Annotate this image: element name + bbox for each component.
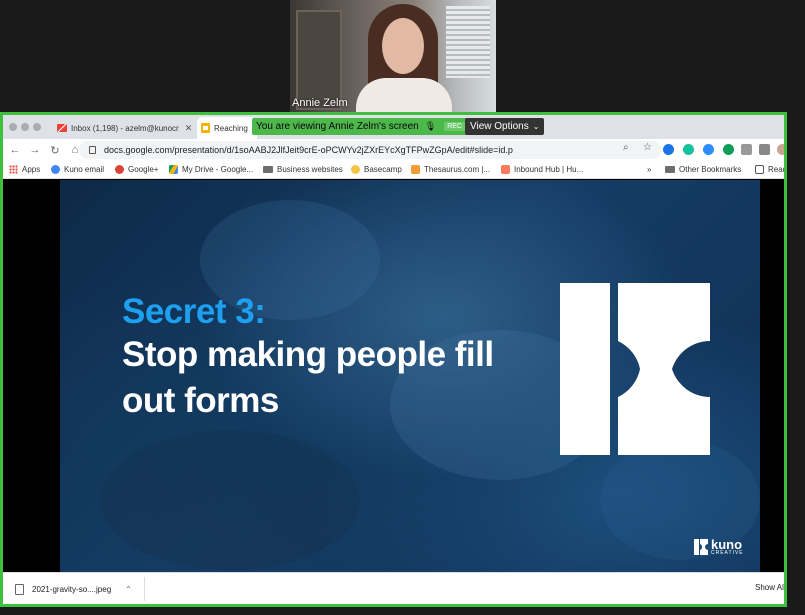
- pocket-icon[interactable]: [741, 144, 752, 155]
- video-door: [296, 10, 342, 110]
- extension-icon[interactable]: [723, 144, 734, 155]
- browser-tabbar: Inbox (1,198) - azelm@kunocr ✕ Reaching …: [3, 115, 784, 139]
- chevron-down-icon: ⌄: [532, 122, 540, 131]
- microphone-icon: 🎙: [424, 121, 437, 131]
- other-bookmarks-label: Other Bookmarks: [679, 165, 742, 174]
- tab-slides[interactable]: Reaching: [197, 117, 257, 139]
- thesaurus-icon: [411, 165, 420, 174]
- other-bookmarks[interactable]: Other Bookmarks: [665, 165, 741, 174]
- bookmark-google-plus[interactable]: Google+: [115, 165, 158, 174]
- view-options-button[interactable]: View Options ⌄: [465, 118, 545, 135]
- analytics-extension-icon[interactable]: [663, 144, 674, 155]
- chevron-up-icon[interactable]: ⌃: [125, 585, 132, 594]
- viewing-screen-banner: You are viewing Annie Zelm's screen 🎙 RE…: [252, 118, 469, 135]
- file-icon: [15, 583, 24, 595]
- bookmark-inbound-hub[interactable]: Inbound Hub | Hu...: [501, 165, 583, 174]
- puzzle-icon[interactable]: [759, 144, 770, 155]
- slide-heading: Secret 3:: [122, 292, 266, 331]
- address-bar[interactable]: docs.google.com/presentation/d/1soAABJ2J…: [79, 141, 661, 159]
- video-window-blinds: [446, 6, 490, 78]
- tab-title: Reaching: [214, 123, 248, 133]
- basecamp-icon: [351, 165, 360, 174]
- tab-title: Inbox (1,198) - azelm@kunocr: [71, 123, 179, 133]
- google-plus-icon: [115, 165, 124, 174]
- bookmark-my-drive[interactable]: My Drive - Google...: [169, 165, 253, 174]
- folder-icon: [665, 166, 675, 173]
- bookmarks-overflow-button[interactable]: »: [647, 165, 651, 174]
- reload-icon[interactable]: ↻: [47, 144, 63, 157]
- reading-list-icon: [755, 165, 764, 174]
- reading-list-label: Read: [768, 165, 787, 174]
- zoom-extension-icon[interactable]: [703, 144, 714, 155]
- lock-icon: [89, 146, 96, 154]
- speaker-name: Annie Zelm: [292, 97, 348, 109]
- bookmarks-bar: Apps Kuno email Google+ My Drive - Googl…: [3, 161, 784, 179]
- kuno-small-icon: [694, 539, 708, 555]
- tab-gmail[interactable]: Inbox (1,198) - azelm@kunocr ✕: [53, 117, 193, 139]
- bookmark-business-websites[interactable]: Business websites: [263, 165, 343, 174]
- bookmark-label: Inbound Hub | Hu...: [514, 165, 584, 174]
- hubspot-icon: [501, 165, 510, 174]
- reading-list[interactable]: Read: [755, 165, 787, 174]
- back-icon[interactable]: ←: [7, 144, 23, 156]
- star-icon[interactable]: ☆: [643, 142, 652, 153]
- bookmark-kuno-email[interactable]: Kuno email: [51, 165, 104, 174]
- kuno-k-logo-icon: [560, 283, 710, 455]
- kuno-creative-logo: kuno CREATIVE: [694, 538, 744, 556]
- minimize-window-dot[interactable]: [21, 123, 29, 131]
- bookmark-label: Apps: [22, 165, 41, 174]
- slide: Secret 3: Stop making people fill out fo…: [60, 180, 760, 572]
- brand-subtitle: CREATIVE: [711, 550, 744, 556]
- bookmark-label: Basecamp: [364, 165, 402, 174]
- drive-icon: [169, 165, 178, 174]
- zoom-icon[interactable]: ⌕: [623, 142, 629, 153]
- bookmark-apps[interactable]: Apps: [9, 165, 40, 174]
- profile-avatar-icon[interactable]: [777, 144, 784, 155]
- bookmark-label: Thesaurus.com |...: [424, 165, 491, 174]
- slides-icon: [201, 123, 210, 133]
- url-text: docs.google.com/presentation/d/1soAABJ2J…: [104, 145, 513, 155]
- viewing-text: You are viewing Annie Zelm's screen: [256, 121, 419, 132]
- speaker-face: [382, 18, 424, 74]
- download-item[interactable]: 2021-gravity-so....jpeg ⌃: [9, 577, 145, 601]
- bookmark-label: My Drive - Google...: [182, 165, 254, 174]
- forward-icon[interactable]: →: [27, 144, 43, 156]
- gmail-icon: [57, 124, 67, 132]
- background-shape: [100, 430, 360, 570]
- grammarly-extension-icon[interactable]: [683, 144, 694, 155]
- apps-icon: [9, 165, 18, 174]
- close-window-dot[interactable]: [9, 123, 17, 131]
- shared-screen: Inbox (1,198) - azelm@kunocr ✕ Reaching …: [0, 112, 787, 607]
- rec-badge: REC: [444, 122, 465, 131]
- maximize-window-dot[interactable]: [33, 123, 41, 131]
- presentation-area: Secret 3: Stop making people fill out fo…: [3, 180, 784, 572]
- bookmark-label: Google+: [128, 165, 159, 174]
- bookmark-label: Kuno email: [64, 165, 105, 174]
- close-icon[interactable]: ✕: [185, 123, 193, 134]
- show-all-button[interactable]: Show Al: [755, 583, 784, 592]
- browser-toolbar: ← → ↻ ⌂ docs.google.com/presentation/d/1…: [3, 139, 784, 161]
- bookmark-label: Business websites: [277, 165, 343, 174]
- google-icon: [51, 165, 60, 174]
- bookmark-thesaurus[interactable]: Thesaurus.com |...: [411, 165, 490, 174]
- download-bar: 2021-gravity-so....jpeg ⌃ Show Al: [3, 572, 784, 604]
- bookmark-basecamp[interactable]: Basecamp: [351, 165, 402, 174]
- view-options-label: View Options: [470, 121, 529, 132]
- folder-icon: [263, 166, 273, 173]
- slide-body-text: Stop making people fill out forms: [122, 335, 494, 420]
- download-file-name: 2021-gravity-so....jpeg: [32, 584, 112, 594]
